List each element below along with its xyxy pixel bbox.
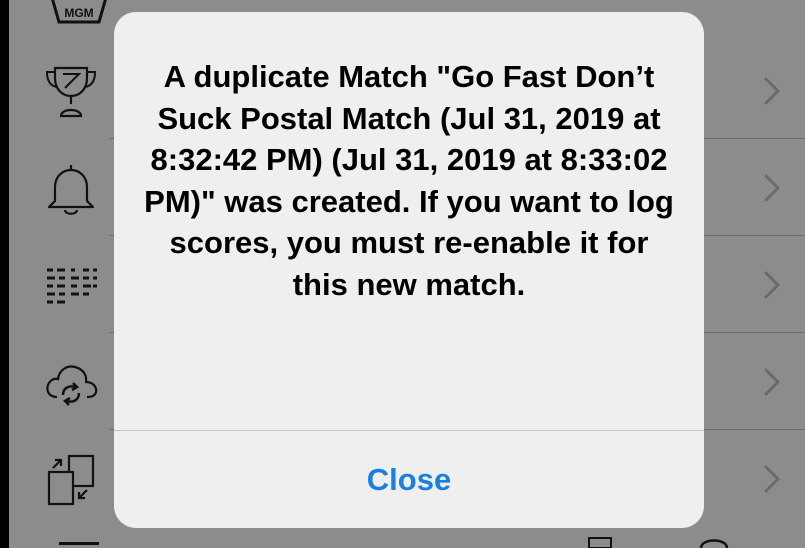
- alert-dialog: A duplicate Match "Go Fast Don’t Suck Po…: [114, 12, 704, 528]
- tab-bar-peek: [59, 537, 729, 548]
- chevron-right-icon: [764, 174, 780, 202]
- chevron-right-icon: [764, 77, 780, 105]
- svg-text:MGM: MGM: [64, 6, 93, 20]
- chevron-right-icon: [764, 368, 780, 396]
- close-button[interactable]: Close: [114, 431, 704, 528]
- trophy-icon: [45, 66, 97, 118]
- list-icon: [47, 268, 97, 304]
- chevron-right-icon: [764, 271, 780, 299]
- bell-icon: [47, 165, 95, 215]
- mgm-logo: MGM: [51, 0, 107, 24]
- left-edge-strip: [0, 0, 9, 548]
- alert-message: A duplicate Match "Go Fast Don’t Suck Po…: [144, 59, 674, 302]
- cloud-sync-icon: [46, 365, 98, 406]
- chevron-right-icon: [764, 465, 780, 493]
- copy-icon: [47, 454, 95, 506]
